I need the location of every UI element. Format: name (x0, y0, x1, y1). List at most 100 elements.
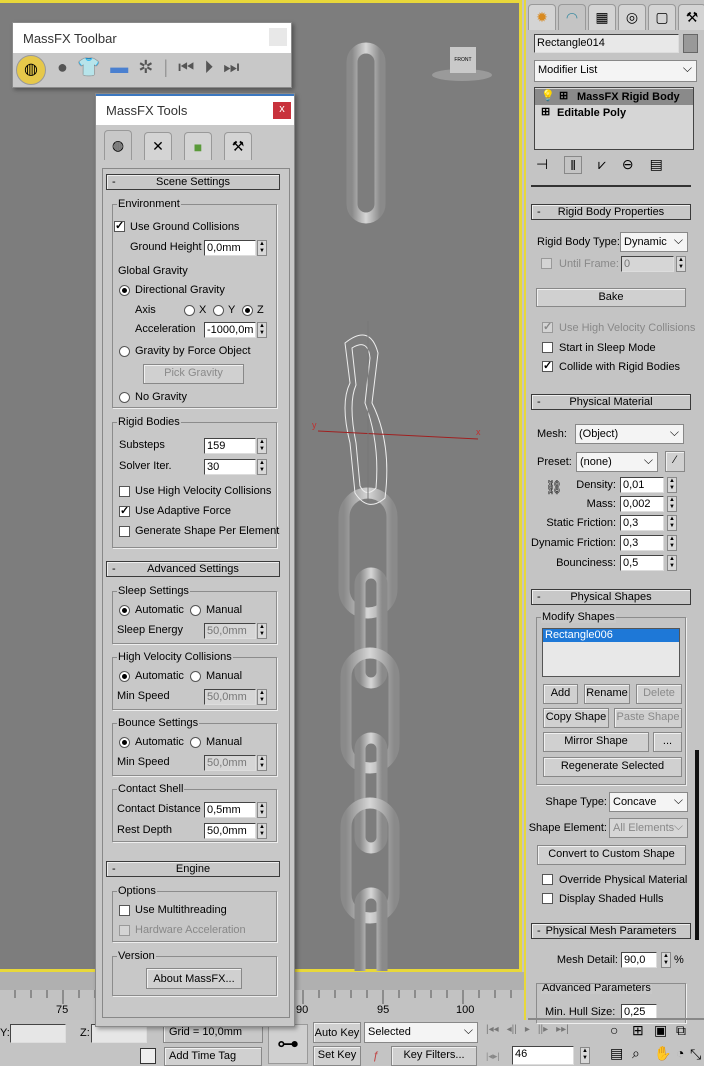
zoom-all-icon[interactable]: ⊞ (632, 1022, 654, 1039)
rigid-body-type-dropdown[interactable]: Dynamic (620, 231, 688, 252)
go-to-end-icon[interactable]: ▸▸| (556, 1024, 569, 1035)
collide-with-rigid-bodies-checkbox[interactable] (542, 359, 553, 372)
acceleration-field[interactable]: -1000,0m (204, 322, 256, 338)
shape-type-dropdown[interactable]: Concave (609, 791, 688, 812)
auto-key-button[interactable]: Auto Key (313, 1022, 361, 1043)
tab-world-parameters[interactable]: ◍ (104, 130, 132, 160)
dynamic-friction-spinner[interactable]: ▲ ▼ (667, 535, 677, 551)
substeps-spinner[interactable]: ▲ ▼ (257, 438, 267, 454)
no-gravity-radio[interactable] (119, 392, 130, 403)
set-key-button[interactable]: Set Key (313, 1046, 361, 1066)
step-simulation-icon[interactable]: ⏭ (223, 57, 239, 78)
hvc-manual-radio[interactable] (190, 671, 201, 682)
display-shaded-hulls-checkbox[interactable] (542, 893, 553, 904)
ground-height-field[interactable]: 0,0mm (204, 240, 256, 256)
tab-display-options[interactable]: ⚒ (224, 132, 252, 160)
contact-distance-field[interactable]: 0,5mm (204, 802, 256, 818)
previous-frame-icon[interactable]: ◂|| (507, 1024, 517, 1035)
paste-shape-button[interactable]: Paste Shape (614, 708, 682, 728)
zoom-extents-all-icon[interactable]: ⧉ (676, 1022, 698, 1039)
ragdoll-icon[interactable]: ✲ (138, 57, 153, 78)
rigid-body-icon[interactable]: ● (57, 57, 68, 78)
mirror-options-button[interactable]: ... (653, 732, 682, 752)
zoom-region-icon[interactable]: ⌕ (632, 1045, 654, 1062)
substeps-field[interactable]: 159 (204, 438, 256, 454)
stack-item-editable-poly[interactable]: ⊞ Editable Poly (535, 105, 693, 121)
mass-spinner[interactable]: ▲ ▼ (667, 496, 677, 512)
axis-x-radio[interactable] (184, 305, 195, 316)
isolate-selection-icon[interactable] (140, 1048, 156, 1064)
ground-height-spinner[interactable]: ▲ ▼ (257, 240, 267, 256)
advanced-settings-rollout[interactable]: - Advanced Settings (106, 561, 280, 577)
sleep-energy-spinner[interactable]: ▲ ▼ (257, 623, 267, 639)
use-high-velocity-collisions-checkbox[interactable] (119, 486, 130, 497)
bounce-min-speed-field[interactable]: 50,0mm (204, 755, 256, 771)
engine-rollout[interactable]: - Engine (106, 861, 280, 877)
play-icon[interactable]: ▸ (525, 1024, 530, 1035)
bake-button[interactable]: Bake (536, 288, 686, 307)
dynamic-friction-field[interactable]: 0,3 (620, 535, 664, 551)
pin-stack-icon[interactable]: ⊣ (536, 156, 548, 174)
mass-field[interactable]: 0,002 (620, 496, 664, 512)
rigid-body-properties-rollout[interactable]: - Rigid Body Properties (531, 204, 691, 220)
preset-picker-button[interactable]: ⁄ (665, 451, 685, 472)
bounce-manual-radio[interactable] (190, 737, 201, 748)
rest-depth-spinner[interactable]: ▲ ▼ (257, 823, 267, 839)
scene-settings-rollout[interactable]: - Scene Settings (106, 174, 280, 190)
modifier-list-dropdown[interactable]: Modifier List (534, 59, 697, 82)
go-to-start-icon[interactable]: |◂◂ (486, 1024, 499, 1035)
acceleration-spinner[interactable]: ▲ ▼ (257, 322, 267, 338)
tab-modify[interactable]: ◠ (558, 4, 586, 30)
bounciness-field[interactable]: 0,5 (620, 555, 664, 571)
directional-gravity-radio[interactable] (119, 285, 130, 296)
frame-spinner[interactable]: ▲ ▼ (580, 1047, 590, 1064)
bounce-automatic-radio[interactable] (119, 737, 130, 748)
modifier-stack[interactable]: 💡 ⊞ MassFX Rigid Body ⊞ Editable Poly (534, 87, 694, 150)
preset-dropdown[interactable]: (none) (576, 451, 658, 472)
use-ground-collisions-checkbox[interactable] (114, 219, 125, 232)
bounce-min-speed-spinner[interactable]: ▲ ▼ (257, 755, 267, 771)
mesh-detail-field[interactable]: 90,0 (621, 952, 657, 968)
regenerate-selected-button[interactable]: Regenerate Selected (543, 757, 682, 777)
tools-titlebar[interactable]: MassFX Tools (96, 94, 294, 125)
current-frame-field[interactable]: 46 (512, 1046, 574, 1065)
configure-modifier-sets-icon[interactable]: ▤ (650, 156, 663, 174)
tab-create[interactable]: ✹ (528, 4, 556, 30)
key-icon[interactable]: ⊶ (268, 1024, 308, 1064)
object-name-field[interactable]: Rectangle014 (534, 34, 679, 53)
tab-display[interactable]: ▢ (648, 4, 676, 30)
override-physical-material-checkbox[interactable] (542, 874, 553, 885)
key-filters-button[interactable]: Key Filters... (391, 1046, 477, 1066)
static-friction-spinner[interactable]: ▲ ▼ (667, 515, 677, 531)
remove-modifier-icon[interactable]: ⊖ (622, 156, 634, 174)
hvc-automatic-radio[interactable] (119, 671, 130, 682)
add-shape-button[interactable]: Add (543, 684, 578, 704)
tab-utilities[interactable]: ⚒ (678, 4, 704, 30)
y-coordinate-field[interactable] (10, 1024, 66, 1043)
lightbulb-icon[interactable]: 💡 (541, 90, 555, 103)
solver-iterations-spinner[interactable]: ▲ ▼ (257, 459, 267, 475)
physical-shapes-rollout[interactable]: - Physical Shapes (531, 589, 691, 605)
close-button[interactable]: x (273, 102, 291, 119)
shape-element-dropdown[interactable]: All Elements (609, 817, 688, 838)
delete-shape-button[interactable]: Delete (636, 684, 682, 704)
hvc-min-speed-spinner[interactable]: ▲ ▼ (257, 689, 267, 705)
rename-shape-button[interactable]: Rename (584, 684, 630, 704)
tab-multi-object-editor[interactable]: ■ (184, 132, 212, 160)
copy-shape-button[interactable]: Copy Shape (543, 708, 609, 728)
sleep-energy-field[interactable]: 50,0mm (204, 623, 256, 639)
convert-to-custom-shape-button[interactable]: Convert to Custom Shape (537, 845, 686, 865)
shapes-list[interactable]: Rectangle006 (542, 628, 680, 677)
pan-icon[interactable]: ✋ (654, 1045, 676, 1062)
static-friction-field[interactable]: 0,3 (620, 515, 664, 531)
use-adaptive-force-checkbox[interactable] (119, 504, 130, 517)
key-set-dropdown[interactable]: Selected (364, 1021, 478, 1043)
add-time-tag-button[interactable]: Add Time Tag (164, 1047, 262, 1066)
maximize-viewport-icon[interactable]: ⤡ (690, 1047, 701, 1061)
solver-iterations-field[interactable]: 30 (204, 459, 256, 475)
use-high-velocity-collisions-checkbox[interactable] (542, 320, 553, 333)
mesh-detail-spinner[interactable]: ▲ ▼ (661, 952, 671, 968)
generate-shape-per-element-checkbox[interactable] (119, 526, 130, 537)
fov-icon[interactable]: ▤ (610, 1045, 632, 1062)
start-simulation-icon[interactable]: ⏵ (204, 57, 213, 78)
